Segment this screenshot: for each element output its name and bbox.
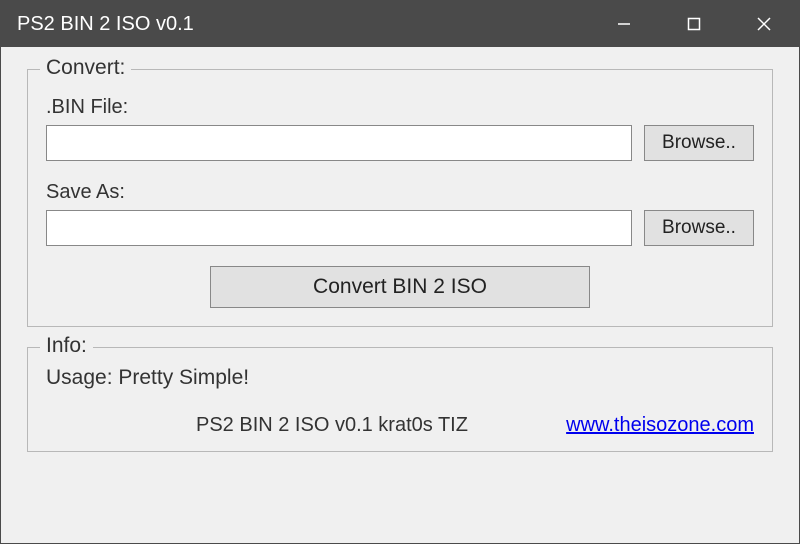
save-as-row: Browse.. xyxy=(46,210,754,246)
save-as-browse-button[interactable]: Browse.. xyxy=(644,210,754,246)
save-as-label: Save As: xyxy=(46,181,754,204)
bin-browse-button[interactable]: Browse.. xyxy=(644,125,754,161)
website-link[interactable]: www.theisozone.com xyxy=(566,414,754,437)
save-as-input[interactable] xyxy=(46,210,632,246)
minimize-button[interactable] xyxy=(589,1,659,47)
client-area: Convert: .BIN File: Browse.. Save As: Br… xyxy=(1,47,799,474)
titlebar: PS2 BIN 2 ISO v0.1 xyxy=(1,1,799,47)
maximize-icon xyxy=(686,16,702,32)
app-window: PS2 BIN 2 ISO v0.1 Convert: .BIN File: B… xyxy=(0,0,800,544)
bin-file-input[interactable] xyxy=(46,125,632,161)
info-bottom-row: PS2 BIN 2 ISO v0.1 krat0s TIZ www.theiso… xyxy=(46,414,754,437)
convert-button-row: Convert BIN 2 ISO xyxy=(46,266,754,308)
close-icon xyxy=(756,16,772,32)
convert-button[interactable]: Convert BIN 2 ISO xyxy=(210,266,590,308)
window-title: PS2 BIN 2 ISO v0.1 xyxy=(17,13,194,36)
close-button[interactable] xyxy=(729,1,799,47)
maximize-button[interactable] xyxy=(659,1,729,47)
info-legend: Info: xyxy=(40,334,93,358)
minimize-icon xyxy=(616,16,632,32)
version-text: PS2 BIN 2 ISO v0.1 krat0s TIZ xyxy=(196,414,468,437)
bin-file-row: Browse.. xyxy=(46,125,754,161)
usage-text: Usage: Pretty Simple! xyxy=(46,366,754,390)
window-controls xyxy=(589,1,799,47)
info-groupbox: Info: Usage: Pretty Simple! PS2 BIN 2 IS… xyxy=(27,347,773,452)
convert-groupbox: Convert: .BIN File: Browse.. Save As: Br… xyxy=(27,69,773,327)
convert-legend: Convert: xyxy=(40,56,131,80)
bin-file-label: .BIN File: xyxy=(46,96,754,119)
